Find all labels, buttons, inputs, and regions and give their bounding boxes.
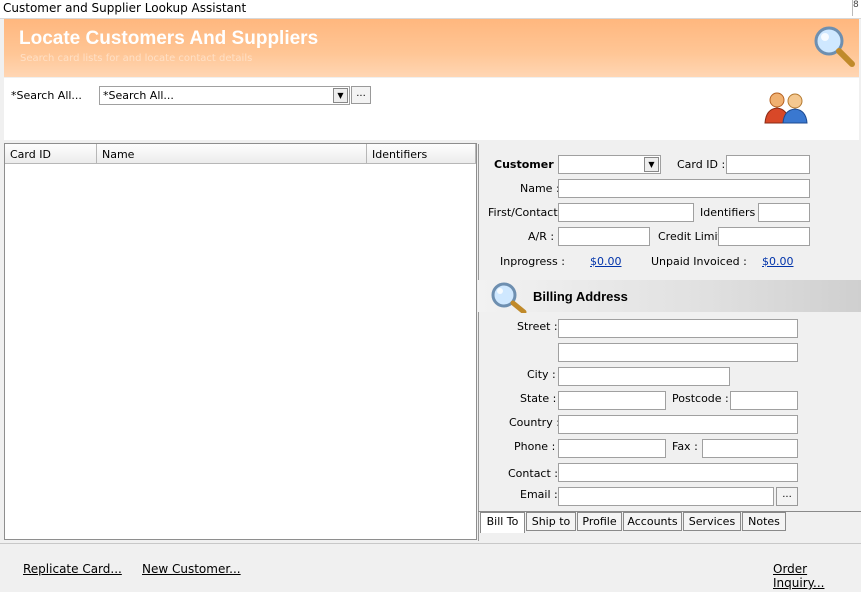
window-title: Customer and Supplier Lookup Assistant bbox=[3, 1, 247, 15]
credit-limit-field[interactable] bbox=[718, 227, 810, 246]
card-id-field[interactable] bbox=[726, 155, 810, 174]
tab-profile[interactable]: Profile bbox=[577, 512, 622, 531]
users-icon bbox=[764, 92, 808, 124]
chevron-down-icon[interactable]: ▼ bbox=[644, 157, 659, 172]
country-label: Country : bbox=[509, 416, 560, 429]
street-label: Street : bbox=[517, 320, 558, 333]
email-field[interactable] bbox=[558, 487, 774, 506]
unpaid-invoiced-label: Unpaid Invoiced : bbox=[651, 255, 747, 268]
city-field[interactable] bbox=[558, 367, 730, 386]
header-banner: Locate Customers And Suppliers Search ca… bbox=[4, 19, 859, 77]
tab-ship-to[interactable]: Ship to bbox=[526, 512, 576, 531]
postcode-label: Postcode : bbox=[672, 392, 729, 405]
search-label: *Search All... bbox=[11, 89, 82, 102]
phone-field[interactable] bbox=[558, 439, 666, 458]
window-titlebar: Customer and Supplier Lookup Assistant 8 bbox=[0, 0, 861, 19]
column-header-identifiers[interactable]: Identifiers bbox=[367, 144, 476, 164]
inprogress-value-link[interactable]: $0.00 bbox=[590, 255, 622, 268]
identifiers-label: Identifiers : bbox=[700, 206, 763, 219]
name-label: Name : bbox=[520, 182, 560, 195]
tab-bill-to[interactable]: Bill To bbox=[480, 512, 525, 533]
state-label: State : bbox=[520, 392, 557, 405]
footer-bar: Replicate Card... New Customer... Order … bbox=[0, 543, 861, 592]
replicate-card-link[interactable]: Replicate Card... bbox=[23, 562, 122, 576]
banner-subtitle: Search card lists for and locate contact… bbox=[20, 53, 253, 64]
state-field[interactable] bbox=[558, 391, 666, 410]
magnifier-icon bbox=[814, 26, 855, 67]
fax-field[interactable] bbox=[702, 439, 798, 458]
email-browse-button[interactable]: ... bbox=[776, 487, 798, 506]
fax-label: Fax : bbox=[672, 440, 698, 453]
contact-field[interactable] bbox=[558, 463, 798, 482]
column-header-card-id[interactable]: Card ID bbox=[5, 144, 97, 164]
tab-services[interactable]: Services bbox=[683, 512, 741, 531]
card-id-label: Card ID : bbox=[677, 158, 726, 171]
magnifier-icon bbox=[491, 282, 527, 313]
tab-accounts[interactable]: Accounts bbox=[623, 512, 682, 531]
identifiers-field[interactable] bbox=[758, 203, 810, 222]
ar-field[interactable] bbox=[558, 227, 650, 246]
card-list[interactable]: Card ID Name Identifiers bbox=[4, 143, 477, 540]
email-label: Email : bbox=[520, 488, 558, 501]
window-corner-control[interactable]: 8 bbox=[852, 0, 861, 16]
search-browse-button[interactable]: ... bbox=[351, 86, 371, 104]
contact-label: Contact : bbox=[508, 467, 558, 480]
postcode-field[interactable] bbox=[730, 391, 798, 410]
search-area: *Search All... *Search All... ▼ ... bbox=[4, 78, 859, 140]
dropdown-arrow-icon[interactable]: ▼ bbox=[333, 88, 348, 103]
name-field[interactable] bbox=[558, 179, 810, 198]
banner-title: Locate Customers And Suppliers bbox=[19, 28, 319, 49]
customer-type-select[interactable]: ▼ bbox=[558, 155, 661, 174]
tab-notes[interactable]: Notes bbox=[742, 512, 786, 531]
search-combobox-value: *Search All... bbox=[103, 89, 174, 102]
inprogress-label: Inprogress : bbox=[500, 255, 565, 268]
unpaid-invoiced-value-link[interactable]: $0.00 bbox=[762, 255, 794, 268]
search-combobox[interactable]: *Search All... ▼ bbox=[99, 86, 350, 105]
customer-type-label: Customer : bbox=[494, 158, 562, 171]
billing-address-title: Billing Address bbox=[533, 289, 628, 304]
order-inquiry-link[interactable]: Order Inquiry... bbox=[773, 562, 861, 590]
street-line2-field[interactable] bbox=[558, 343, 798, 362]
first-contact-field[interactable] bbox=[558, 203, 694, 222]
phone-label: Phone : bbox=[514, 440, 556, 453]
new-customer-link[interactable]: New Customer... bbox=[142, 562, 241, 576]
city-label: City : bbox=[527, 368, 556, 381]
country-field[interactable] bbox=[558, 415, 798, 434]
ar-label: A/R : bbox=[528, 230, 555, 243]
street-line1-field[interactable] bbox=[558, 319, 798, 338]
column-header-name[interactable]: Name bbox=[97, 144, 367, 164]
billing-address-header: Billing Address bbox=[478, 280, 861, 313]
first-contact-label: First/Contact : bbox=[488, 206, 565, 219]
